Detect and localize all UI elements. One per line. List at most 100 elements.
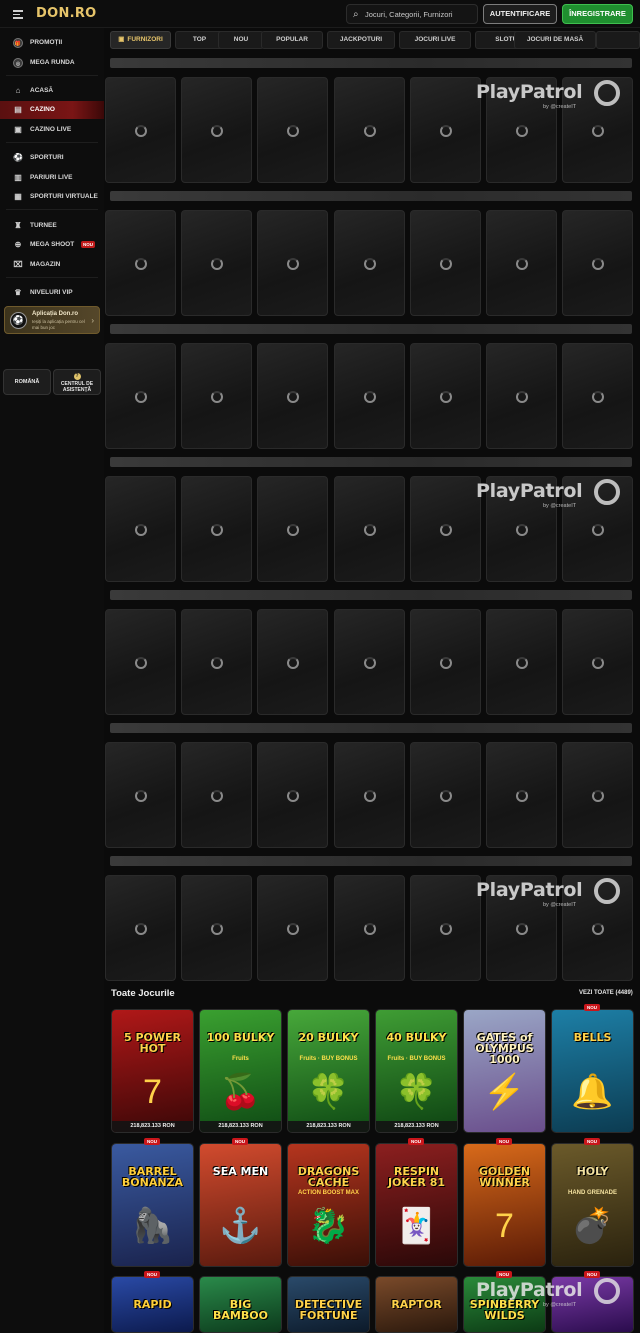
game-card[interactable]: 5 POWER HOT 7 218,823.133 RON — [111, 1009, 194, 1133]
skeleton-game-card — [486, 742, 557, 848]
sidebar-item-mega-shoot[interactable]: ⊕ MEGA SHOOT NOU — [0, 236, 104, 254]
search-box[interactable]: ⌕ — [346, 4, 478, 24]
skeleton-game-card — [562, 77, 633, 183]
game-card[interactable]: SPINBERRY WILDS🍓 — [463, 1276, 546, 1333]
register-button[interactable]: ÎNREGISTRARE — [562, 4, 633, 24]
sidebar-item-label: ACASĂ — [30, 87, 54, 94]
language-button[interactable]: ROMÂNĂ — [3, 369, 51, 395]
sidebar-item-mega-runda[interactable]: ◎ MEGA RUNDA — [0, 54, 104, 72]
sidebar-item-turnee[interactable]: ♜ TURNEE — [0, 217, 104, 235]
loading-spinner-icon — [135, 524, 147, 536]
game-card[interactable]: RAPTOR🦖 — [375, 1276, 458, 1333]
app-card-title: Aplicația Don.ro — [32, 311, 79, 317]
game-symbol-icon: ⚡ — [483, 1073, 526, 1111]
game-card[interactable]: 🍬 — [551, 1276, 634, 1333]
skeleton-game-card — [562, 343, 633, 449]
game-card[interactable]: GATES of OLYMPUS 1000 ⚡ — [463, 1009, 546, 1133]
game-title: DRAGONS CACHE — [297, 1165, 360, 1189]
skeleton-game-card — [486, 875, 557, 981]
sidebar-item-label: SPORTURI VIRTUALE — [30, 193, 98, 200]
tab-furnizori[interactable]: ▣ FURNIZORI — [110, 31, 171, 49]
game-card[interactable]: 100 BULKY Fruits 🍒 218,823.133 RON — [199, 1009, 282, 1133]
sidebar-item-sporturi[interactable]: ⚽ SPORTURI — [0, 149, 104, 167]
game-card[interactable]: BELLS 🔔 — [551, 1009, 634, 1133]
skeleton-game-card — [562, 875, 633, 981]
skeleton-game-card — [105, 343, 176, 449]
game-symbol-icon: 💣 — [571, 1207, 614, 1245]
skeleton-game-card — [257, 476, 328, 582]
skeleton-row-header — [110, 856, 632, 866]
game-thumbnail — [200, 1010, 281, 1132]
game-symbol-icon: 🔔 — [571, 1073, 614, 1111]
game-thumbnail — [288, 1010, 369, 1132]
sidebar-item-label: TURNEE — [30, 222, 57, 229]
tab-jackpoturi[interactable]: JACKPOTURI — [327, 31, 395, 49]
sidebar-item-acasa[interactable]: ⌂ ACASĂ — [0, 82, 104, 100]
provider-icon: ▣ — [118, 36, 125, 43]
loading-spinner-icon — [440, 923, 452, 935]
skeleton-game-card — [257, 742, 328, 848]
app-download-card[interactable]: ⚽ Aplicația Don.ro Ieșiți la aplicația p… — [4, 306, 100, 334]
game-subtitle: HAND GRENADE — [567, 1190, 617, 1196]
loading-spinner-icon — [287, 790, 299, 802]
tab-popular[interactable]: POPULAR — [261, 31, 323, 49]
sidebar-item-niveluri-vip[interactable]: ♛ NIVELURI VIP — [0, 284, 104, 302]
sidebar-item-magazin[interactable]: ⌧ MAGAZIN — [0, 256, 104, 274]
loading-spinner-icon — [592, 258, 604, 270]
top-header: DON.RO ⌕ AUTENTIFICARE ÎNREGISTRARE — [0, 0, 640, 28]
game-title: RAPTOR — [391, 1298, 442, 1311]
tab-jocuri-live[interactable]: JOCURI LIVE — [399, 31, 471, 49]
game-card[interactable]: DETECTIVE FORTUNE🔍 — [287, 1276, 370, 1333]
game-card[interactable]: BIG BAMBOO🐼 — [199, 1276, 282, 1333]
game-card[interactable]: DRAGONS CACHE ACTION BOOST MAX 🐉 — [287, 1143, 370, 1267]
game-card[interactable]: 20 BULKY Fruits · BUY BONUS 🍀 218,823.133 R… — [287, 1009, 370, 1133]
game-card[interactable]: HOLY HAND GRENADE 💣 — [551, 1143, 634, 1267]
game-card[interactable]: GOLDEN WINNER 7 — [463, 1143, 546, 1267]
loading-spinner-icon — [440, 125, 452, 137]
skeleton-row-header — [110, 58, 632, 68]
loading-spinner-icon — [516, 923, 528, 935]
game-symbol-icon: 🍒 — [219, 1073, 262, 1111]
game-thumbnail — [200, 1144, 281, 1266]
live-icon: ▥ — [14, 173, 22, 182]
skeleton-game-card — [486, 210, 557, 316]
game-card[interactable]: SEA MEN ⚓ — [199, 1143, 282, 1267]
tab-top[interactable]: TOP — [175, 31, 224, 49]
sidebar-item-cazino[interactable]: ▤ CAZINO — [0, 101, 104, 119]
loading-spinner-icon — [516, 258, 528, 270]
skeleton-game-card — [334, 742, 405, 848]
site-logo[interactable]: DON.RO — [36, 6, 97, 21]
login-button[interactable]: AUTENTIFICARE — [483, 4, 557, 24]
tab-jocuri-de-masa[interactable]: JOCURI DE MASĂ — [514, 31, 596, 49]
skeleton-game-card — [562, 210, 633, 316]
sidebar-item-pariuri-live[interactable]: ▥ PARIURI LIVE — [0, 169, 104, 187]
search-input[interactable] — [365, 7, 475, 21]
game-title: 40 BULKY — [386, 1031, 447, 1044]
help-center-button[interactable]: ? CENTRUL DE ASISTENȚĂ — [53, 369, 101, 395]
tab-more[interactable] — [596, 31, 640, 49]
skeleton-game-card — [257, 609, 328, 715]
see-all-link[interactable]: VEZI TOATE (4489) — [579, 990, 633, 996]
menu-icon[interactable] — [13, 10, 23, 19]
sidebar-item-sporturi-virtuale[interactable]: ▦ SPORTURI VIRTUALE — [0, 188, 104, 206]
help-icon: ? — [73, 373, 81, 380]
skeleton-game-card — [486, 609, 557, 715]
category-tabs: ▣ FURNIZORI TOP NOU POPULAR JACKPOTURI JO… — [110, 31, 640, 49]
loading-spinner-icon — [135, 125, 147, 137]
skeleton-row-header — [110, 191, 632, 201]
loading-spinner-icon — [364, 391, 376, 403]
sidebar-item-label: CAZINO LIVE — [30, 126, 72, 133]
game-card[interactable]: RAPID⚡ — [111, 1276, 194, 1333]
sidebar-item-cazino-live[interactable]: ▣ CAZINO LIVE — [0, 121, 104, 139]
game-card[interactable]: 40 BULKY Fruits · BUY BONUS 🍀 218,823.133 R… — [375, 1009, 458, 1133]
tab-nou[interactable]: NOU — [218, 31, 264, 49]
game-card[interactable]: BARREL BONANZA 🦍 — [111, 1143, 194, 1267]
loading-spinner-icon — [135, 790, 147, 802]
game-card[interactable]: RESPIN JOKER 81 🃏 — [375, 1143, 458, 1267]
sidebar-item-promotii[interactable]: 🎁 PROMOȚII — [0, 34, 104, 52]
app-logo-icon: ⚽ — [10, 312, 27, 329]
sidebar-item-label: MAGAZIN — [30, 261, 61, 268]
game-thumbnail — [376, 1010, 457, 1132]
loading-spinner-icon — [287, 657, 299, 669]
new-badge: NOU — [496, 1138, 512, 1145]
